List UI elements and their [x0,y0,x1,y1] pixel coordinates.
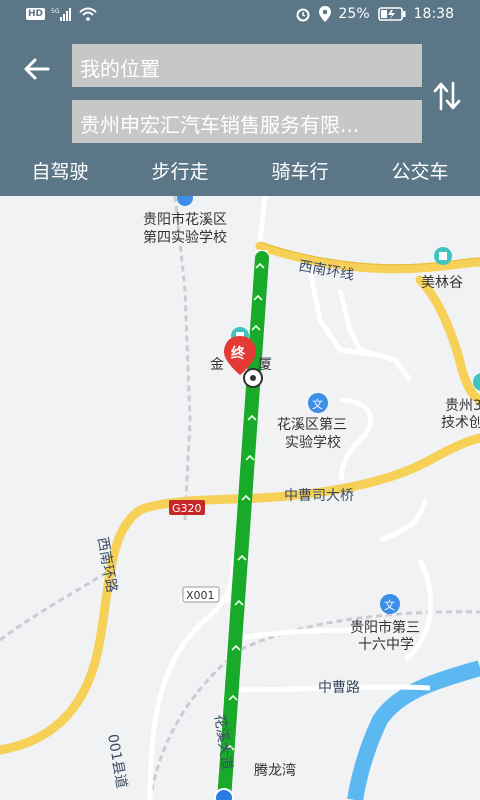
alarm-icon [296,8,310,22]
school-icon-2: 文 [308,393,328,413]
signal-icon: 5G [51,8,72,21]
travel-mode-tabs: 自驾驶 步行走 骑车行 公交车 [0,152,480,196]
svg-text:文: 文 [312,397,323,411]
location-target-marker [243,368,263,388]
g320-shield: G320 [169,500,205,515]
battery-percent: 25% [338,6,370,22]
route-search-panel: 我的位置 贵州申宏汇汽车销售服务有限... 自驾驶 步行走 骑车行 公交车 [0,32,480,196]
poi-label: 腾龙湾 [254,762,296,779]
wifi-icon [79,7,97,21]
poi-label: 第四实验学校 [143,229,227,246]
poi-label: 技术创 [441,415,480,431]
school-icon-3: 文 [380,594,400,614]
status-bar: HD 5G 25% 18:38 [0,0,480,32]
current-location-dot [214,788,234,800]
svg-text:文: 文 [384,598,395,612]
road-label: 中曹路 [318,680,360,696]
back-arrow-icon[interactable] [20,52,54,86]
poi-label: 十六中学 [358,637,414,653]
poi-label: 贵阳市第三 [350,619,420,636]
battery-charging-icon [377,7,406,21]
tab-bike[interactable]: 骑车行 [240,152,360,196]
poi-label: 厦 [258,357,272,373]
poi-label: 贵阳市花溪区 [143,211,227,228]
hd-badge: HD [26,8,46,20]
destination-pin-label: 终 [231,345,246,362]
location-icon [318,6,331,22]
tab-bus[interactable]: 公交车 [360,152,480,196]
poi-label: 金 [210,357,224,373]
poi-label: 贵州3 [445,398,480,414]
clock: 18:38 [413,6,454,22]
road-shield-label: X001 [186,589,215,602]
poi-label: 实验学校 [285,434,341,451]
poi-label: 美林谷 [421,275,463,291]
x001-shield: X001 [182,586,220,603]
map-view[interactable]: 文 文 贵阳市花溪区 第四实验学校 美林谷 金 厦 花溪区第三 实验学校 贵州3… [0,196,480,800]
svg-text:5G: 5G [51,8,60,15]
tab-drive[interactable]: 自驾驶 [0,152,120,196]
poi-label: 花溪区第三 [277,416,347,433]
origin-field[interactable]: 我的位置 [72,44,422,87]
tab-walk[interactable]: 步行走 [120,152,240,196]
road-shield-label: G320 [172,502,202,515]
road-label: 中曹司大桥 [284,488,354,504]
hospital-icon [434,247,452,265]
swap-arrows-icon[interactable] [432,79,462,113]
destination-field[interactable]: 贵州申宏汇汽车销售服务有限... [72,100,422,143]
